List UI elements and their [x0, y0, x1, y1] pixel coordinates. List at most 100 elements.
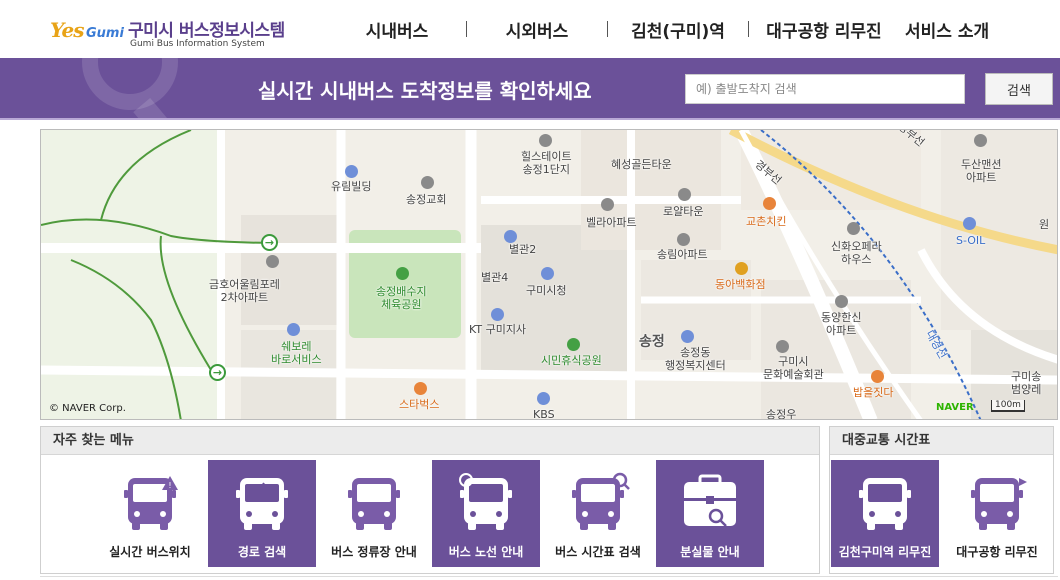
search-button[interactable]: 검색 — [985, 73, 1053, 105]
logo-yes-text: Yes — [50, 18, 85, 42]
map-label-cityhall[interactable]: 구미시청 — [526, 284, 566, 297]
culture-poi-icon[interactable] — [776, 340, 789, 353]
lost-and-found-icon — [678, 472, 742, 538]
search-input[interactable] — [685, 74, 965, 104]
bus-location-icon: ! — [118, 472, 182, 538]
svg-text:!: ! — [168, 481, 171, 490]
timetable-tile-label: 대구공항 리무진 — [956, 545, 1038, 559]
cafe-poi-icon[interactable] — [414, 382, 427, 395]
apartment-poi-icon[interactable] — [539, 134, 552, 147]
banner-headline: 실시간 시내버스 도착정보를 확인하세요 — [258, 79, 592, 103]
menu-tile-label: 버스 노선 안내 — [448, 545, 524, 559]
route-search-icon — [230, 472, 294, 538]
map-label-royal[interactable]: 로얄타운 — [663, 205, 703, 218]
menu-tile[interactable]: ! 실시간 버스위치 — [96, 460, 204, 567]
menu-tile[interactable]: 분실물 안내 — [656, 460, 764, 567]
park-poi-icon[interactable] — [396, 267, 409, 280]
apartment-poi-icon[interactable] — [266, 255, 279, 268]
nav-daegu-airport-limousine[interactable]: 대구공항 리무진 — [749, 17, 899, 42]
building-poi-icon[interactable] — [345, 165, 358, 178]
site-subtitle: Gumi Bus Information System — [130, 39, 265, 49]
magnifier-decoration-icon — [82, 58, 178, 110]
frequent-menu-panel: 자주 찾는 메뉴 ! 실시간 버스위치 경로 검색 버스 정류장 안내 버스 노… — [40, 426, 820, 574]
map-label-welfare[interactable]: 송정동 행정복지센터 — [665, 346, 726, 372]
menu-tile[interactable]: 버스 정류장 안내 — [320, 460, 428, 567]
menu-tile-label: 실시간 버스위치 — [109, 545, 191, 559]
timetable-tile[interactable]: 대구공항 리무진 — [943, 460, 1051, 567]
city-hall-poi-icon[interactable] — [541, 267, 554, 280]
map-label-hillstate[interactable]: 힐스테이트 송정1단지 — [521, 150, 572, 176]
map-label-annex2[interactable]: 별관2 — [509, 243, 536, 256]
menu-tile-label: 분실물 안내 — [680, 545, 740, 559]
map-label-soil[interactable]: S-OIL — [956, 234, 985, 247]
map-label-olympos[interactable]: 금호어울림포레 2차아파트 — [209, 278, 280, 304]
church-poi-icon[interactable] — [421, 176, 434, 189]
map-label-kt[interactable]: KT 구미지사 — [469, 323, 526, 336]
bus-timetable-search-icon — [566, 472, 630, 538]
site-logo[interactable]: Yes Gumi 구미시 버스정보시스템 Gumi Bus Informatio… — [50, 12, 310, 52]
frequent-menu-title: 자주 찾는 메뉴 — [41, 427, 819, 455]
map-copyright: © NAVER Corp. — [49, 403, 126, 414]
gas-station-poi-icon[interactable] — [963, 217, 976, 230]
building-poi-icon[interactable] — [504, 230, 517, 243]
map-label-donga[interactable]: 동아백화점 — [715, 278, 766, 291]
map-label-gumi-beomyang[interactable]: 구미송 범양레 — [1011, 370, 1041, 396]
map-label-hyeseong[interactable]: 혜성골든타운 — [611, 158, 672, 171]
map-label-annex4[interactable]: 별관4 — [481, 271, 508, 284]
nav-intercity-bus[interactable]: 시외버스 — [467, 17, 607, 42]
nav-gimcheon-station[interactable]: 김천(구미)역 — [608, 17, 748, 42]
office-poi-icon[interactable] — [681, 330, 694, 343]
apartment-poi-icon[interactable] — [601, 198, 614, 211]
park-poi-icon[interactable] — [567, 338, 580, 351]
broadcast-poi-icon[interactable] — [537, 392, 550, 405]
logo-gumi-text: Gumi — [86, 26, 124, 41]
car-service-poi-icon[interactable] — [287, 323, 300, 336]
naver-map[interactable]: 유림빌딩 송정교회 힐스테이트 송정1단지 혜성골든타운 로얄타운 벨라아파트 … — [40, 129, 1058, 420]
naver-logo: NAVER — [936, 402, 974, 413]
map-label-church[interactable]: 송정교회 — [406, 193, 446, 206]
site-title: 구미시 버스정보시스템 — [128, 21, 285, 41]
restaurant-poi-icon[interactable] — [871, 370, 884, 383]
map-label-gym[interactable]: 송정배수지 체육공원 — [376, 285, 427, 311]
restaurant-poi-icon[interactable] — [763, 197, 776, 210]
menu-tile[interactable]: 경로 검색 — [208, 460, 316, 567]
nav-city-bus[interactable]: 시내버스 — [340, 17, 454, 42]
timetable-panel: 대중교통 시간표 김천구미역 리무진 대구공항 리무진 — [829, 426, 1054, 574]
map-label-plaza[interactable]: 시민휴식공원 — [541, 354, 602, 367]
map-label-yurim[interactable]: 유림빌딩 — [331, 180, 371, 193]
map-label-bella[interactable]: 벨라아파트 — [586, 216, 637, 229]
banner-divider — [0, 118, 1060, 120]
menu-tile[interactable]: 버스 시간표 검색 — [544, 460, 652, 567]
map-label-songrim[interactable]: 송림아파트 — [657, 248, 708, 261]
apartment-poi-icon[interactable] — [974, 134, 987, 147]
airport-limousine-icon — [965, 472, 1029, 538]
map-label-kbs[interactable]: KBS — [533, 408, 555, 419]
map-label-starbucks[interactable]: 스타벅스 — [399, 398, 439, 411]
department-store-poi-icon[interactable] — [735, 262, 748, 275]
map-label-duksan[interactable]: 두산맨션 아파트 — [961, 158, 1001, 184]
map-label-chevrolet[interactable]: 쉐보레 바로서비스 — [271, 340, 322, 366]
apartment-poi-icon[interactable] — [847, 222, 860, 235]
apartment-poi-icon[interactable] — [835, 295, 848, 308]
apartment-poi-icon[interactable] — [677, 233, 690, 246]
map-label-kyochon[interactable]: 교촌치킨 — [746, 215, 786, 228]
map-label-shinhwa[interactable]: 신화오페라 하우스 — [831, 240, 882, 266]
bus-stop-marker[interactable]: → — [261, 234, 278, 251]
map-label-songjeong-district: 송정 — [639, 334, 665, 350]
bus-stop-marker[interactable]: → — [209, 364, 226, 381]
menu-tile-label: 버스 정류장 안내 — [331, 545, 417, 559]
search-banner: 실시간 시내버스 도착정보를 확인하세요 검색 — [0, 58, 1060, 118]
bus-stop-info-icon — [342, 472, 406, 538]
map-label-dongyang[interactable]: 동양한신 아파트 — [821, 311, 861, 337]
timetable-tile[interactable]: 김천구미역 리무진 — [831, 460, 939, 567]
apartment-poi-icon[interactable] — [678, 188, 691, 201]
menu-tile[interactable]: 버스 노선 안내 — [432, 460, 540, 567]
menu-tile-label: 버스 시간표 검색 — [555, 545, 641, 559]
nav-service-intro[interactable]: 서비스 소개 — [905, 17, 1005, 42]
map-scale: 100m — [991, 400, 1025, 412]
timetable-tile-label: 김천구미역 리무진 — [838, 545, 932, 559]
map-label-culture[interactable]: 구미시 문화예술회관 — [763, 355, 824, 381]
map-label-bapeul[interactable]: 밥을짓다 — [853, 386, 893, 399]
bus-route-info-icon — [454, 472, 518, 538]
office-poi-icon[interactable] — [491, 308, 504, 321]
